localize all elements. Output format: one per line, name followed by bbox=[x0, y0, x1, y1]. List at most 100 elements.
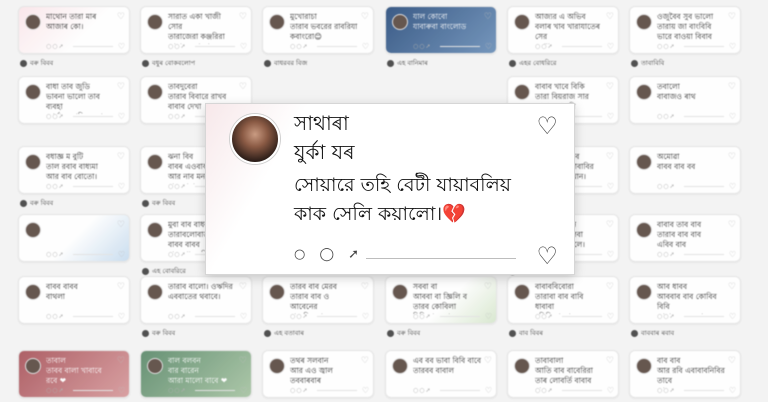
action-icons[interactable]: ○○➚ bbox=[657, 251, 676, 258]
avatar[interactable] bbox=[269, 14, 285, 30]
author-label[interactable]: তাবাবিবি bbox=[631, 57, 664, 69]
like-heart-icon[interactable]: ♡ bbox=[118, 42, 125, 51]
heart-icon[interactable]: ♡ bbox=[484, 282, 492, 292]
post-card[interactable]: যাল কোবো যাবাৰুবা বাংলোড ♡ ○○➚ ♡ bbox=[385, 6, 497, 54]
avatar[interactable] bbox=[230, 114, 280, 164]
like-heart-icon[interactable]: ♡ bbox=[607, 182, 614, 191]
heart-icon[interactable]: ♡ bbox=[606, 220, 614, 230]
post-card[interactable]: বাবাববিবোরা তারাবা বাব বাবি ধাবাবা মনিলি… bbox=[507, 276, 619, 324]
heart-icon[interactable]: ♡ bbox=[728, 152, 736, 162]
post-card[interactable]: সারাত একা খাজী সোর তারাজেরা কঞ্জরিরা তার… bbox=[140, 6, 252, 54]
post-card[interactable]: বাধা তাব জুডি ভাবনা ভালো তাব ব্যবহা আৰ্ব… bbox=[18, 76, 130, 124]
post-card[interactable]: ♡ ○○➚ ♡ bbox=[18, 214, 130, 262]
avatar[interactable] bbox=[147, 154, 163, 170]
like-heart-icon[interactable]: ♡ bbox=[607, 112, 614, 121]
post-card[interactable]: তবালো বাবাজও ৰাথ ♡ ○○➚ ♡ bbox=[629, 76, 741, 124]
action-icons[interactable]: ○○➚ bbox=[46, 183, 65, 190]
heart-icon[interactable]: ♡ bbox=[606, 152, 614, 162]
post-card[interactable]: বাবব বাবব বাথলা ♡ ○○➚ ♡ bbox=[18, 276, 130, 324]
author-label[interactable]: বৰু বিবব bbox=[142, 197, 175, 209]
like-heart-icon[interactable]: ♡ bbox=[607, 250, 614, 259]
author-label[interactable]: বাব বিবৰ bbox=[509, 327, 543, 339]
action-icons[interactable]: ○ ◯ ➚ bbox=[294, 247, 364, 262]
heart-icon[interactable]: ♡ bbox=[606, 356, 614, 366]
avatar[interactable] bbox=[636, 154, 652, 170]
like-heart-icon[interactable]: ♡ bbox=[485, 42, 492, 51]
avatar[interactable] bbox=[392, 358, 408, 374]
avatar[interactable] bbox=[25, 358, 41, 374]
heart-icon[interactable]: ♡ bbox=[484, 12, 492, 22]
like-heart-icon[interactable]: ♡ bbox=[536, 244, 558, 268]
action-icons[interactable]: ○○➚ bbox=[168, 183, 187, 190]
avatar[interactable] bbox=[147, 284, 163, 300]
like-heart-icon[interactable]: ♡ bbox=[118, 112, 125, 121]
like-heart-icon[interactable]: ♡ bbox=[485, 312, 492, 321]
action-icons[interactable]: ○○➚ bbox=[657, 113, 676, 120]
heart-icon[interactable]: ♡ bbox=[606, 12, 614, 22]
avatar[interactable] bbox=[636, 84, 652, 100]
heart-icon[interactable]: ♡ bbox=[728, 82, 736, 92]
post-card[interactable]: মুখোরাচা তারাব ভবরের রাবরিযা কবাংরো😊 ♡ ○○➚… bbox=[262, 6, 374, 54]
heart-icon[interactable]: ♡ bbox=[239, 356, 247, 366]
post-card[interactable]: আব ধাবব আববাব বাব কোবিব বিবি লাবারে ববে … bbox=[629, 276, 741, 324]
avatar[interactable] bbox=[269, 284, 285, 300]
like-heart-icon[interactable]: ♡ bbox=[729, 312, 736, 321]
heart-icon[interactable]: ♡ bbox=[117, 152, 125, 162]
like-heart-icon[interactable]: ♡ bbox=[240, 312, 247, 321]
action-icons[interactable]: ○○➚ bbox=[413, 43, 432, 50]
heart-icon[interactable]: ♡ bbox=[728, 12, 736, 22]
heart-icon[interactable]: ♡ bbox=[484, 356, 492, 366]
like-heart-icon[interactable]: ♡ bbox=[485, 386, 492, 395]
avatar[interactable] bbox=[636, 358, 652, 374]
avatar[interactable] bbox=[25, 222, 41, 238]
heart-icon[interactable]: ♡ bbox=[361, 12, 369, 22]
like-heart-icon[interactable]: ♡ bbox=[607, 312, 614, 321]
author-label[interactable]: বাববাৰ ৰবাব bbox=[631, 327, 674, 339]
avatar[interactable] bbox=[147, 222, 163, 238]
heart-icon[interactable]: ♡ bbox=[239, 282, 247, 292]
action-icons[interactable]: ○○➚ bbox=[657, 183, 676, 190]
action-icons[interactable]: ○○➚ bbox=[168, 43, 187, 50]
action-icons[interactable]: ○○➚ bbox=[535, 387, 554, 394]
action-icons[interactable]: ○○➚ bbox=[46, 113, 65, 120]
author-label[interactable]: বাধরবর বিজ bbox=[264, 57, 307, 69]
post-card[interactable]: মাথোন তারা মাৰ আজাৰ কো। ♡ ○○➚ ♡ bbox=[18, 6, 130, 54]
avatar[interactable] bbox=[636, 284, 652, 300]
avatar[interactable] bbox=[636, 14, 652, 30]
avatar[interactable] bbox=[147, 84, 163, 100]
heart-icon[interactable]: ♡ bbox=[117, 282, 125, 292]
author-label[interactable]: এহর বোধরিরে bbox=[509, 57, 556, 69]
action-icons[interactable]: ○○➚ bbox=[168, 113, 187, 120]
heart-icon[interactable]: ♡ bbox=[606, 82, 614, 92]
avatar[interactable] bbox=[514, 358, 530, 374]
action-icons[interactable]: ○○➚ bbox=[46, 313, 65, 320]
heart-icon[interactable]: ♡ bbox=[728, 282, 736, 292]
post-card[interactable]: এব বব ভাবা বিবি বাবে তারবব বাবাল ♡ ○○➚ ♡ bbox=[385, 350, 497, 398]
like-heart-icon[interactable]: ♡ bbox=[240, 42, 247, 51]
heart-icon[interactable]: ♡ bbox=[361, 282, 369, 292]
avatar[interactable] bbox=[25, 14, 41, 30]
author-label[interactable]: এহ বতাবাৰ bbox=[264, 327, 304, 339]
like-heart-icon[interactable]: ♡ bbox=[607, 42, 614, 51]
like-heart-icon[interactable]: ♡ bbox=[118, 312, 125, 321]
heart-icon[interactable]: ♡ bbox=[606, 282, 614, 292]
like-heart-icon[interactable]: ♡ bbox=[729, 250, 736, 259]
author-label[interactable]: বৰু বিবব bbox=[142, 327, 175, 339]
like-heart-icon[interactable]: ♡ bbox=[118, 386, 125, 395]
avatar[interactable] bbox=[392, 284, 408, 300]
post-card[interactable]: তারব বাব মেরব তারাব বাব ও আবেনের বাব্বনি… bbox=[262, 276, 374, 324]
like-heart-icon[interactable]: ♡ bbox=[729, 112, 736, 121]
action-icons[interactable]: ○○➚ bbox=[290, 43, 309, 50]
avatar[interactable] bbox=[514, 14, 530, 30]
action-icons[interactable]: ○○➚ bbox=[168, 387, 187, 394]
avatar[interactable] bbox=[514, 84, 530, 100]
avatar[interactable] bbox=[392, 14, 408, 30]
like-heart-icon[interactable]: ♡ bbox=[240, 386, 247, 395]
like-heart-icon[interactable]: ♡ bbox=[729, 42, 736, 51]
avatar[interactable] bbox=[269, 358, 285, 374]
post-card[interactable]: অমোৱা বাবব বাব বব ♡ ○○➚ ♡ bbox=[629, 146, 741, 194]
heart-icon[interactable]: ♡ bbox=[117, 82, 125, 92]
heart-icon[interactable]: ♡ bbox=[239, 12, 247, 22]
action-icons[interactable]: ○○➚ bbox=[46, 251, 65, 258]
like-heart-icon[interactable]: ♡ bbox=[729, 182, 736, 191]
